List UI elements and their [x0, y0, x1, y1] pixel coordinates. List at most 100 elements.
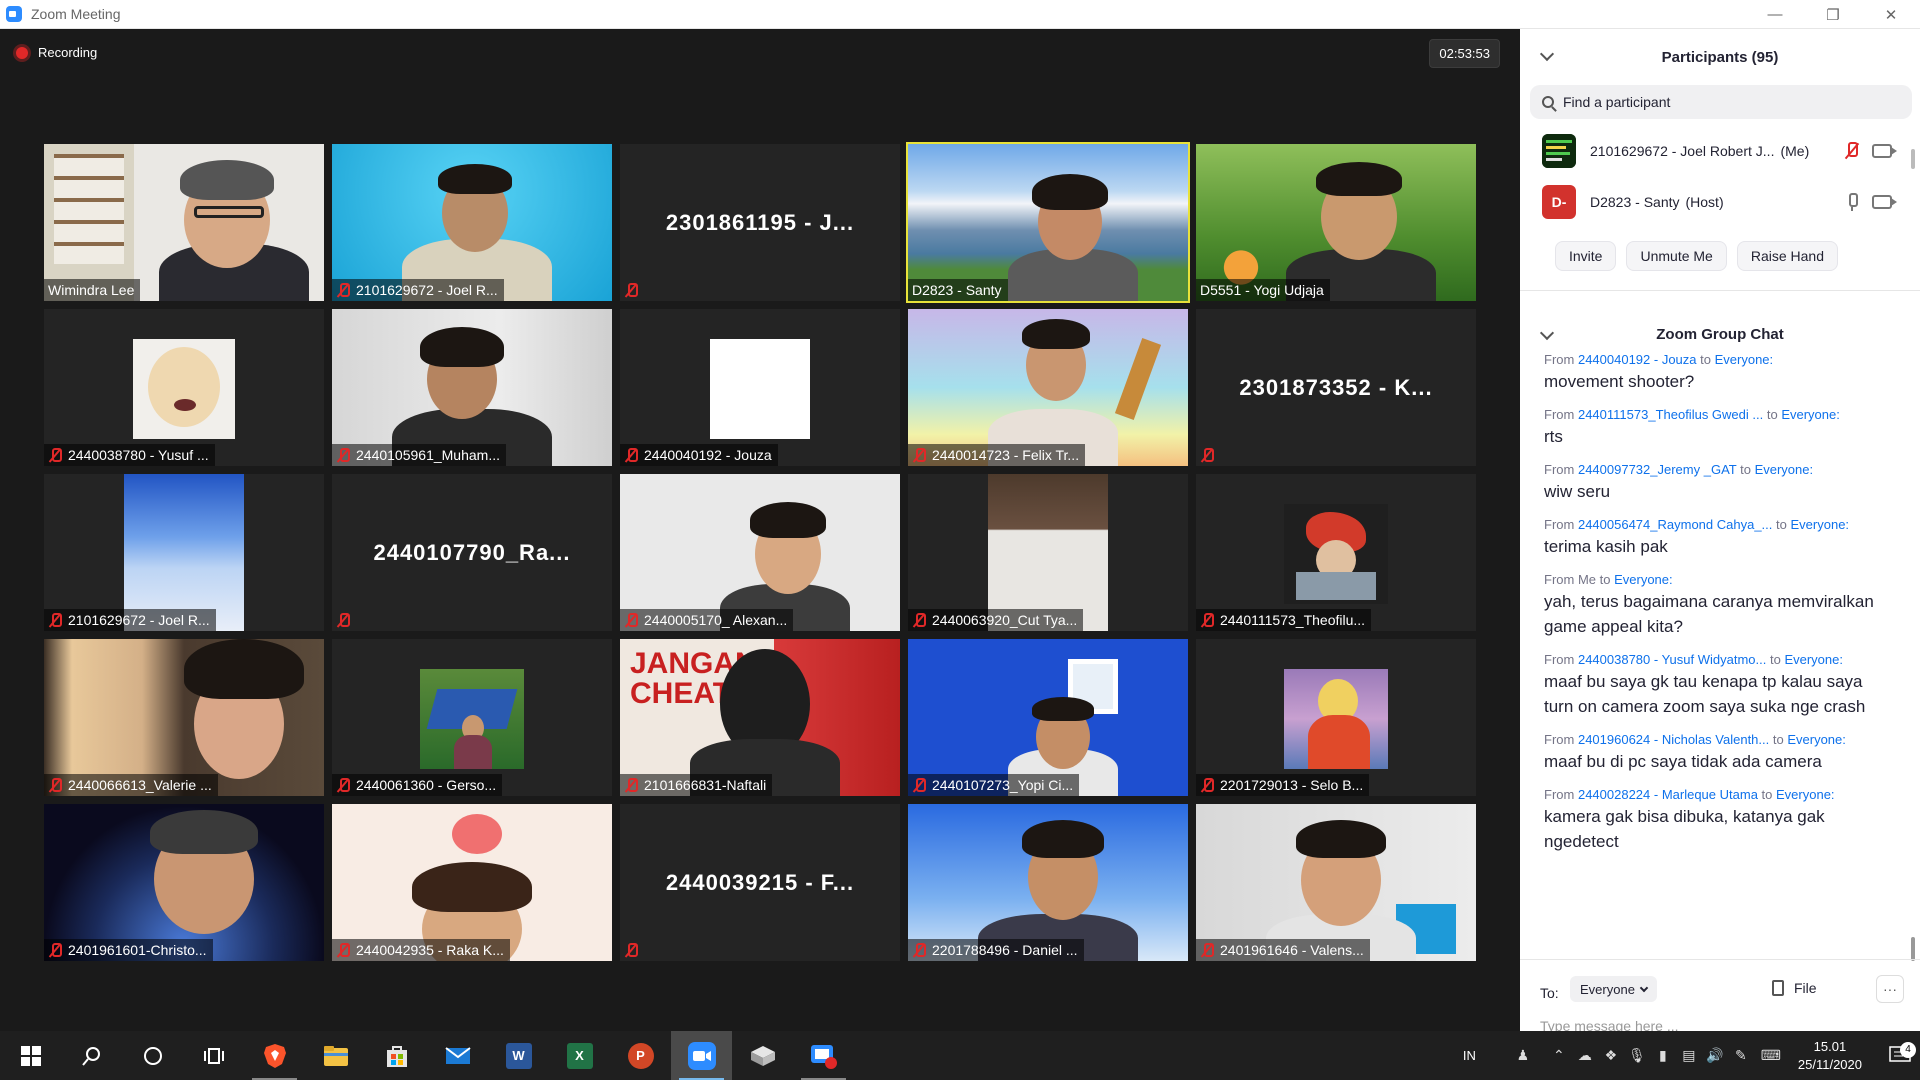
participant-actions: Invite Unmute Me Raise Hand — [1520, 241, 1920, 271]
video-tile[interactable]: 2440061360 - Gerso... — [332, 639, 612, 796]
raise-hand-button[interactable]: Raise Hand — [1736, 241, 1838, 271]
minimize-button[interactable]: — — [1746, 0, 1804, 29]
to-label: To: — [1540, 985, 1559, 1001]
video-tile[interactable]: 2201788496 - Daniel ... — [908, 804, 1188, 961]
mic-muted-icon — [912, 448, 926, 462]
video-tile[interactable]: 2440040192 - Jouza — [620, 309, 900, 466]
clock-time: 15.01 — [1813, 1038, 1847, 1054]
video-tile[interactable]: Wimindra Lee — [44, 144, 324, 301]
brave-icon — [263, 1043, 286, 1068]
unmute-me-button[interactable]: Unmute Me — [1626, 241, 1727, 271]
chevron-up-icon[interactable]: ⌃ — [1546, 1031, 1572, 1080]
video-tile[interactable]: D2823 - Santy — [906, 142, 1190, 303]
video-tile[interactable]: 2440014723 - Felix Tr... — [908, 309, 1188, 466]
chat-recipient[interactable]: Everyone: — [1755, 462, 1814, 477]
recording-indicator[interactable]: Recording — [16, 45, 97, 60]
taskbar-word[interactable]: W — [488, 1031, 549, 1080]
video-tile[interactable]: 2440063920_Cut Tya... — [908, 474, 1188, 631]
video-tile[interactable]: 2440038780 - Yusuf ... — [44, 309, 324, 466]
video-tile[interactable]: 2401961601-Christo... — [44, 804, 324, 961]
chat-sender[interactable]: 2440097732_Jeremy _GAT — [1578, 462, 1737, 477]
language-indicator[interactable]: IN — [1463, 1048, 1476, 1063]
chat-recipient[interactable]: Everyone: — [1715, 352, 1774, 367]
battery-icon[interactable]: ▮ — [1650, 1031, 1676, 1080]
more-options-button[interactable]: ··· — [1876, 975, 1904, 1003]
pen-icon[interactable]: ✎ — [1728, 1031, 1754, 1080]
participant-row-host[interactable]: D- D2823 - Santy (Host) — [1520, 176, 1920, 227]
from-prefix: From — [1544, 407, 1575, 422]
chat-sender[interactable]: 2401960624 - Nicholas Valenth... — [1578, 732, 1769, 747]
video-tile[interactable]: JANGAN CHEAT 2101666831-Naftali — [620, 639, 900, 796]
taskbar-virtualbox[interactable] — [732, 1031, 793, 1080]
restore-button[interactable]: ❐ — [1804, 0, 1862, 29]
camera-icon[interactable] — [1872, 195, 1897, 209]
volume-icon[interactable]: 🔊 — [1702, 1031, 1728, 1080]
chat-recipient[interactable]: Everyone: — [1791, 517, 1850, 532]
chat-scrollbar[interactable] — [1911, 937, 1915, 961]
video-tile[interactable]: 2440039215 - F... — [620, 804, 900, 961]
mic-muted-icon — [48, 943, 62, 957]
video-tile[interactable]: 2440111573_Theofilu... — [1196, 474, 1476, 631]
close-button[interactable]: ✕ — [1862, 0, 1920, 29]
taskbar-file-explorer[interactable] — [305, 1031, 366, 1080]
chat-recipient[interactable]: Everyone: — [1776, 787, 1835, 802]
divider — [1520, 959, 1920, 960]
taskbar-excel[interactable]: X — [549, 1031, 610, 1080]
video-tile[interactable]: 2440005170_ Alexan... — [620, 474, 900, 631]
invite-button[interactable]: Invite — [1555, 241, 1617, 271]
video-tile[interactable]: 2301861195 - J... — [620, 144, 900, 301]
taskbar-mail[interactable] — [427, 1031, 488, 1080]
task-view-button[interactable] — [183, 1031, 244, 1080]
chat-recipient[interactable]: Everyone: — [1781, 407, 1840, 422]
video-tile[interactable]: 2301873352 - K... — [1196, 309, 1476, 466]
video-tile[interactable]: 2440107273_Yopi Ci... — [908, 639, 1188, 796]
taskbar-powerpoint[interactable]: P — [610, 1031, 671, 1080]
collapse-chevron-icon[interactable] — [1539, 46, 1555, 62]
taskbar-zoom-share[interactable] — [793, 1031, 854, 1080]
mic-muted-icon[interactable] — [1844, 142, 1860, 160]
people-icon[interactable]: ♟ — [1510, 1031, 1536, 1080]
participant-row-me[interactable]: 2101629672 - Joel Robert J... (Me) — [1520, 125, 1920, 176]
collapse-chevron-icon[interactable] — [1539, 325, 1555, 341]
search-button[interactable] — [61, 1031, 122, 1080]
file-button[interactable]: File — [1772, 980, 1817, 996]
onedrive-icon[interactable]: ☁ — [1572, 1031, 1598, 1080]
network-icon[interactable]: ▤ — [1676, 1031, 1702, 1080]
video-tile[interactable]: 2440042935 - Raka K... — [332, 804, 612, 961]
chat-recipient[interactable]: Everyone: — [1784, 652, 1843, 667]
chat-message-text: rts — [1544, 427, 1563, 446]
chat-recipient[interactable]: Everyone: — [1614, 572, 1673, 587]
taskbar-store[interactable] — [366, 1031, 427, 1080]
video-tile[interactable]: 2440105961_Muham... — [332, 309, 612, 466]
chat-sender[interactable]: 2440111573_Theofilus Gwedi ... — [1578, 407, 1763, 422]
video-tile[interactable]: 2101629672 - Joel R... — [44, 474, 324, 631]
chat-sender[interactable]: 2440040192 - Jouza — [1578, 352, 1697, 367]
video-tile[interactable]: 2440107790_Ra... — [332, 474, 612, 631]
taskbar-zoom[interactable] — [671, 1031, 732, 1080]
cortana-button[interactable] — [122, 1031, 183, 1080]
video-tile[interactable]: 2401961646 - Valens... — [1196, 804, 1476, 961]
microphone-icon[interactable]: 🎙 — [1624, 1031, 1650, 1080]
chat-sender[interactable]: 2440028224 - Marleque Utama — [1578, 787, 1758, 802]
video-tile[interactable]: 2440066613_Valerie ... — [44, 639, 324, 796]
clock[interactable]: 15.01 25/11/2020 — [1798, 1038, 1862, 1074]
chat-sender[interactable]: 2440038780 - Yusuf Widyatmo... — [1578, 652, 1766, 667]
recipient-dropdown[interactable]: Everyone — [1570, 976, 1657, 1002]
participant-search-input[interactable]: Find a participant — [1530, 85, 1912, 119]
notification-center-button[interactable]: 4 — [1880, 1041, 1920, 1066]
search-icon — [1542, 96, 1554, 108]
video-tile[interactable]: D5551 - Yogi Udjaja — [1196, 144, 1476, 301]
video-tile[interactable]: 2101629672 - Joel R... — [332, 144, 612, 301]
camera-icon[interactable] — [1872, 144, 1897, 158]
taskbar-brave[interactable] — [244, 1031, 305, 1080]
video-tile[interactable]: 2201729013 - Selo B... — [1196, 639, 1476, 796]
mic-icon[interactable] — [1844, 193, 1860, 211]
to-prefix: to — [1769, 652, 1781, 667]
participants-scrollbar[interactable] — [1911, 149, 1915, 169]
keyboard-icon[interactable]: ⌨ — [1754, 1031, 1788, 1080]
dropbox-icon[interactable]: ❖ — [1598, 1031, 1624, 1080]
chat-recipient[interactable]: Everyone: — [1787, 732, 1846, 747]
tile-name-bar — [620, 279, 650, 301]
start-button[interactable] — [0, 1031, 61, 1080]
chat-sender[interactable]: 2440056474_Raymond Cahya_... — [1578, 517, 1772, 532]
